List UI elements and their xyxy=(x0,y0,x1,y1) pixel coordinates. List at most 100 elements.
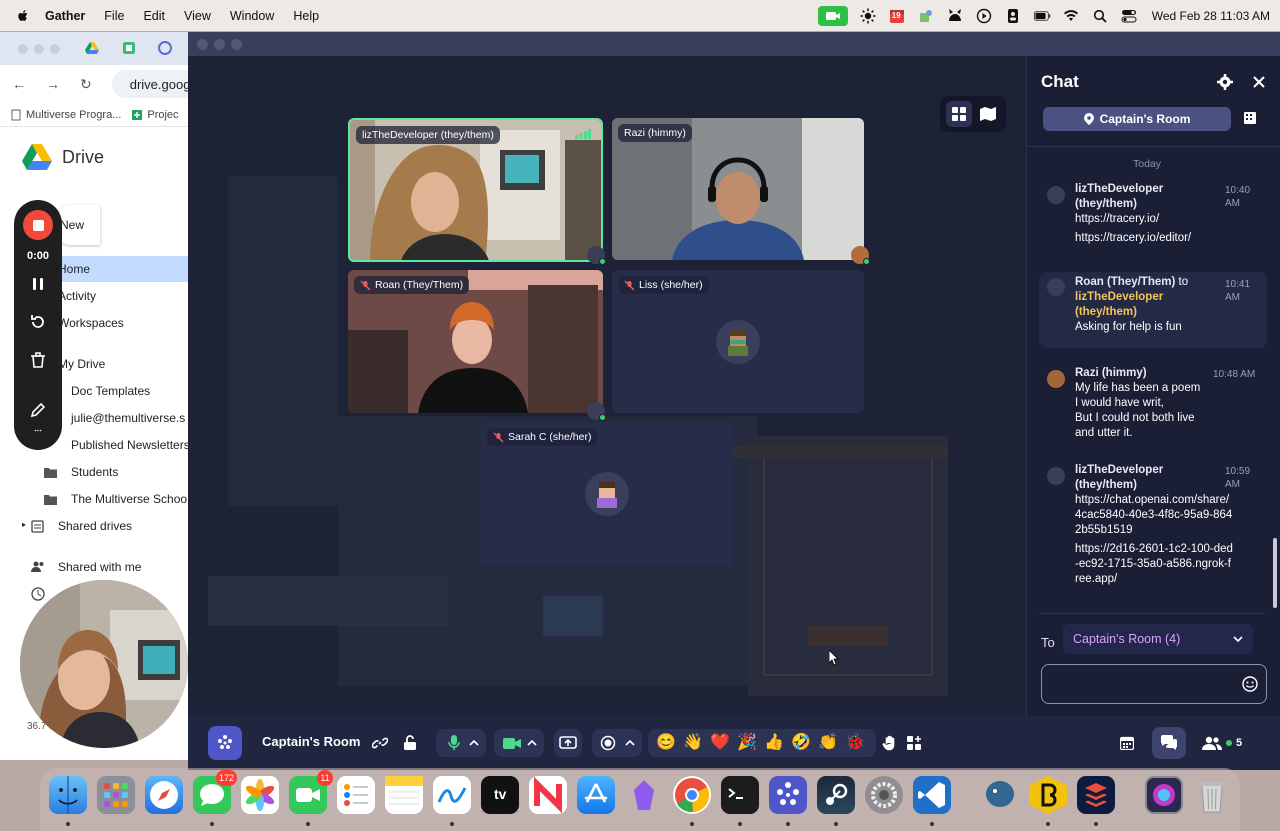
bookmark-multiverse[interactable]: Multiverse Progra... xyxy=(10,109,121,121)
drive-nav-shared-drives[interactable]: Shared drives xyxy=(58,519,132,533)
stop-recording-button[interactable] xyxy=(23,210,53,240)
participants-button[interactable]: 5 xyxy=(1202,729,1254,757)
freeform-app-icon[interactable] xyxy=(433,776,471,814)
new-button[interactable]: New xyxy=(58,205,100,245)
menu-edit[interactable]: Edit xyxy=(143,9,165,23)
copy-link-button[interactable] xyxy=(366,729,394,757)
obsidian-app-icon[interactable] xyxy=(625,776,663,814)
reaction-smile[interactable]: 😊 xyxy=(656,733,676,753)
video-tile-sarah[interactable]: Sarah C (she/her) xyxy=(481,422,733,566)
system-settings-app-icon[interactable] xyxy=(865,776,903,814)
video-tile-liz[interactable]: lizTheDeveloper (they/them) xyxy=(348,118,603,262)
screen-share-button[interactable] xyxy=(554,729,582,757)
trash-icon[interactable] xyxy=(28,350,48,370)
chat-message[interactable]: Razi (himmy) My life has been a poem I w… xyxy=(1039,366,1267,446)
mic-options-button[interactable] xyxy=(464,729,484,757)
menu-app-name[interactable]: Gather xyxy=(45,9,85,23)
video-recording-indicator-icon[interactable] xyxy=(817,5,848,26)
window-close-button[interactable] xyxy=(197,39,208,50)
reaction-thumbs-up[interactable]: 👍 xyxy=(764,733,784,753)
chat-message[interactable]: lizTheDeveloper (they/them) https://chat… xyxy=(1039,463,1267,603)
menubar-clock[interactable]: Wed Feb 28 11:03 AM xyxy=(1152,9,1270,23)
spotlight-search-icon[interactable] xyxy=(1092,7,1109,24)
reaction-laugh[interactable]: 🤣 xyxy=(791,733,811,753)
news-app-icon[interactable] xyxy=(529,776,567,814)
webcam-bubble[interactable] xyxy=(20,580,188,748)
window-zoom-button[interactable] xyxy=(231,39,242,50)
message-link[interactable]: https://2d16-2601-1c2-100-ded-ec92-1715-… xyxy=(1075,542,1233,587)
finder-app-icon[interactable] xyxy=(49,776,87,814)
drive-folder-published[interactable]: Published Newsletters xyxy=(71,438,190,452)
reaction-heart[interactable]: ❤️ xyxy=(710,733,730,753)
messages-app-icon[interactable]: 172 xyxy=(193,770,237,814)
menu-view[interactable]: View xyxy=(184,9,211,23)
photos-app-icon[interactable] xyxy=(241,776,279,814)
reaction-clap[interactable]: 👏 xyxy=(818,733,838,753)
back-arrow-icon[interactable]: ← xyxy=(12,76,26,92)
drive-folder-doc-templates[interactable]: Doc Templates xyxy=(71,384,150,398)
drive-folder-multiverse-school[interactable]: The Multiverse Schoo xyxy=(71,492,187,506)
forward-arrow-icon[interactable]: → xyxy=(46,76,60,92)
chat-message[interactable]: lizTheDeveloper (they/them) https://trac… xyxy=(1039,182,1267,262)
camera-options-button[interactable] xyxy=(522,729,542,757)
recipient-dropdown[interactable]: Captain's Room (4) xyxy=(1063,624,1253,654)
map-view-button[interactable] xyxy=(975,101,1001,127)
gear-icon[interactable] xyxy=(1217,74,1233,90)
reminders-app-icon[interactable] xyxy=(337,776,375,814)
play-circle-icon[interactable] xyxy=(976,7,993,24)
vscode-app-icon[interactable] xyxy=(913,776,951,814)
wifi-icon[interactable] xyxy=(1063,7,1080,24)
safari-app-icon[interactable] xyxy=(145,776,183,814)
expand-arrow-icon[interactable]: ▸ xyxy=(22,520,26,529)
bee-app-icon[interactable] xyxy=(1029,776,1067,814)
reload-icon[interactable]: ↻ xyxy=(80,76,92,93)
apple-icon[interactable] xyxy=(15,8,31,24)
record-button[interactable] xyxy=(594,729,622,757)
calendar-badge-icon[interactable]: 19 xyxy=(889,7,906,24)
video-tile-razi[interactable]: Razi (himmy) xyxy=(612,118,864,260)
message-link[interactable]: https://tracery.io/ xyxy=(1075,212,1215,227)
terminal-app-icon[interactable] xyxy=(721,776,759,814)
window-minimize-button[interactable] xyxy=(214,39,225,50)
app-store-app-icon[interactable] xyxy=(577,776,615,814)
google-drive-tab-icon[interactable] xyxy=(85,41,99,55)
control-center-icon[interactable] xyxy=(1121,7,1138,24)
chat-room-button[interactable]: Captain's Room xyxy=(1043,107,1231,131)
menu-window[interactable]: Window xyxy=(230,9,274,23)
video-tile-roan[interactable]: Roan (They/Them) xyxy=(348,270,603,413)
drive-folder-students[interactable]: Students xyxy=(71,465,118,479)
chat-message[interactable]: Roan (They/Them) to lizTheDeveloper (the… xyxy=(1039,272,1267,348)
room-name[interactable]: Captain's Room xyxy=(262,734,360,749)
message-link[interactable]: https://tracery.io/editor/ xyxy=(1075,231,1215,246)
gather-app-icon[interactable] xyxy=(769,776,807,814)
gather-logo-button[interactable] xyxy=(208,726,242,760)
calendar-button[interactable] xyxy=(1113,729,1141,757)
menu-help[interactable]: Help xyxy=(293,9,319,23)
building-icon[interactable] xyxy=(1241,109,1259,127)
tab-icon-green[interactable] xyxy=(122,41,136,55)
facetime-app-icon[interactable]: 11 xyxy=(289,770,333,814)
drive-nav-shared-with-me[interactable]: Shared with me xyxy=(58,560,141,574)
apps-button[interactable] xyxy=(900,729,928,757)
emoji-picker-icon[interactable] xyxy=(1242,676,1258,692)
gather-map-stage[interactable]: lizTheDeveloper (they/them) Razi (himmy) xyxy=(188,56,1026,716)
notes-app-icon[interactable] xyxy=(385,776,423,814)
drive-nav-my-drive[interactable]: My Drive xyxy=(58,357,105,371)
pause-icon[interactable] xyxy=(28,274,48,294)
restart-icon[interactable] xyxy=(28,312,48,332)
menu-file[interactable]: File xyxy=(104,9,124,23)
chat-toggle-button[interactable] xyxy=(1152,727,1186,759)
reaction-bug[interactable]: 🐞 xyxy=(845,733,865,753)
drive-nav-home[interactable]: Home xyxy=(56,256,196,282)
address-bar[interactable]: drive.goog xyxy=(111,70,200,98)
person-card-icon[interactable] xyxy=(1005,7,1022,24)
window-minimize-button[interactable] xyxy=(34,44,44,54)
drive-nav-activity[interactable]: Activity xyxy=(58,289,96,303)
bookmark-project[interactable]: Projec xyxy=(131,109,179,121)
lock-button[interactable] xyxy=(396,729,424,757)
postgres-app-icon[interactable] xyxy=(981,776,1019,814)
trash-app-icon[interactable] xyxy=(1193,776,1231,814)
reaction-wave[interactable]: 👋 xyxy=(683,733,703,753)
close-icon[interactable] xyxy=(1251,74,1267,90)
apple-tv-app-icon[interactable]: tv xyxy=(481,776,519,814)
